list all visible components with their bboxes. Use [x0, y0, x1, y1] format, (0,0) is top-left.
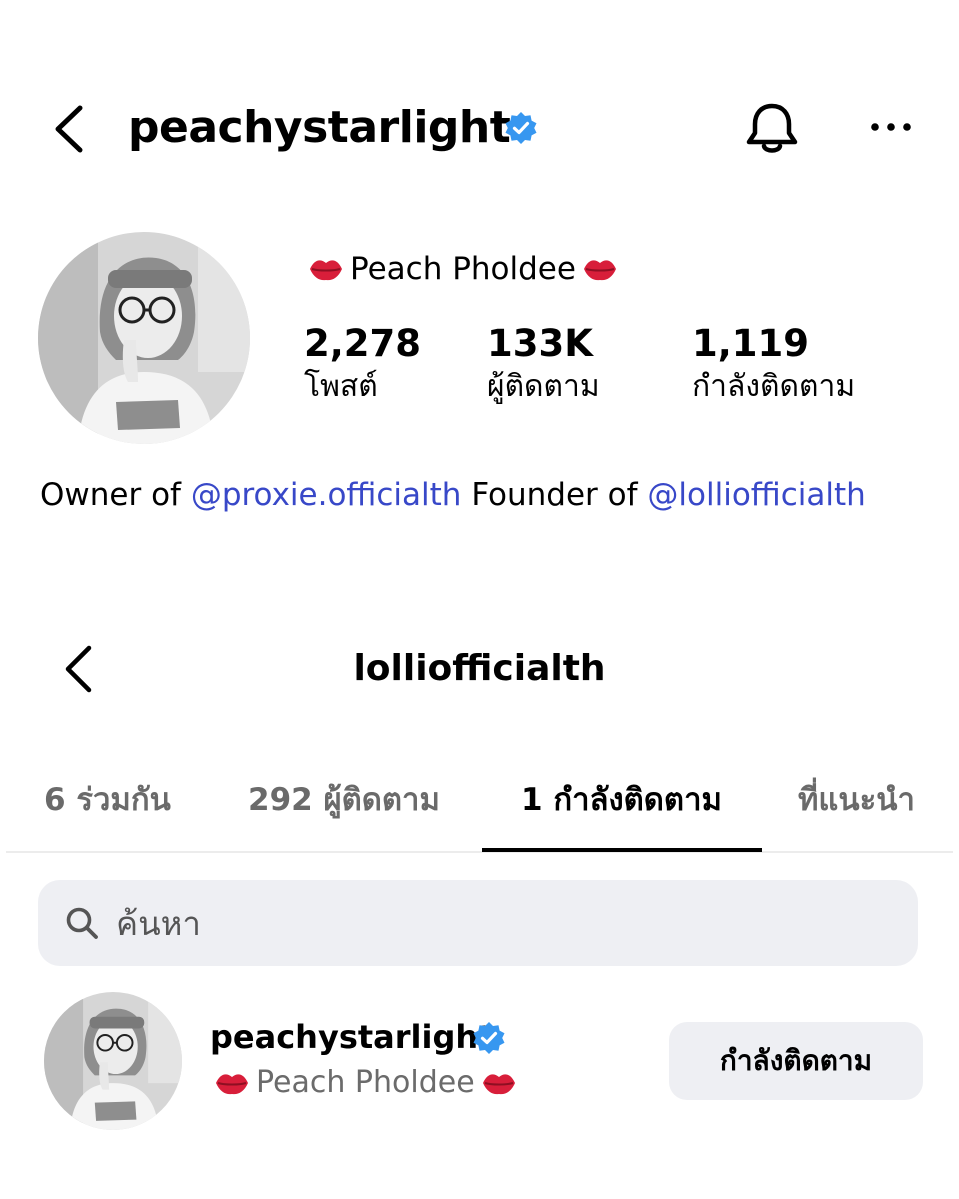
kiss-mark-emoji-icon — [310, 260, 342, 281]
account-avatar[interactable] — [44, 992, 182, 1130]
tab-followers[interactable]: 292 ผู้ติดตาม — [248, 778, 440, 822]
stat-posts-label: โพสต์ — [304, 369, 378, 404]
search-bar[interactable] — [38, 880, 918, 966]
stat-followers-count: 133K — [487, 322, 593, 365]
account-full-name: Peach Pholdee — [214, 1062, 517, 1104]
profile-display-name: Peach Pholdee — [308, 248, 618, 290]
verified-badge-icon — [504, 111, 538, 145]
search-icon — [66, 907, 98, 939]
more-horizontal-icon — [871, 123, 911, 131]
search-input[interactable] — [116, 893, 876, 953]
back-button[interactable] — [48, 100, 92, 158]
stat-followers-label: ผู้ติดตาม — [487, 369, 600, 404]
bell-icon — [746, 103, 798, 153]
stat-following[interactable]: 1,119 กำลังติดตาม — [692, 322, 855, 408]
chevron-left-icon — [55, 105, 83, 153]
notifications-button[interactable] — [742, 100, 802, 158]
bio-founder-prefix: Founder of — [461, 477, 648, 513]
profile-bio: Owner of @proxie.officialth Founder of @… — [40, 474, 866, 516]
bio-mention-lolli[interactable]: @lolliofficialth — [647, 477, 865, 513]
account-full-name-text: Peach Pholdee — [256, 1065, 475, 1100]
tab-mutual[interactable]: 6 ร่วมกัน — [44, 778, 171, 822]
display-name-text: Peach Pholdee — [350, 251, 576, 287]
kiss-mark-emoji-icon — [216, 1074, 248, 1095]
stat-following-label: กำลังติดตาม — [692, 369, 856, 404]
kiss-mark-emoji-icon — [583, 260, 616, 281]
bio-owner-prefix: Owner of — [40, 477, 191, 513]
verified-badge-icon — [472, 1021, 506, 1055]
tab-suggested[interactable]: ที่แนะนำ — [798, 778, 915, 822]
profile-avatar[interactable] — [38, 232, 250, 444]
list-item[interactable]: peachystarlight Peach Pholdee กำลังติดตา… — [0, 990, 959, 1130]
stat-posts[interactable]: 2,278 โพสต์ — [304, 322, 421, 408]
bio-mention-proxie[interactable]: @proxie.officialth — [191, 477, 462, 513]
profile-username: peachystarlight — [128, 102, 511, 153]
stat-following-count: 1,119 — [692, 322, 810, 365]
tab-divider — [6, 851, 953, 853]
tab-following[interactable]: 1 กำลังติดตาม — [521, 778, 722, 822]
page-title: lolliofficialth — [353, 648, 606, 689]
screenshot-page: peachystarlight Peach Pholdee 2,278 โพสต… — [0, 0, 959, 1199]
kiss-mark-emoji-icon — [482, 1074, 515, 1095]
account-username[interactable]: peachystarlight — [210, 1016, 493, 1058]
following-button[interactable]: กำลังติดตาม — [669, 1022, 923, 1100]
active-tab-indicator — [482, 848, 762, 852]
more-options-button[interactable] — [868, 112, 914, 142]
stat-followers[interactable]: 133K ผู้ติดตาม — [487, 322, 600, 408]
stat-posts-count: 2,278 — [304, 322, 422, 365]
